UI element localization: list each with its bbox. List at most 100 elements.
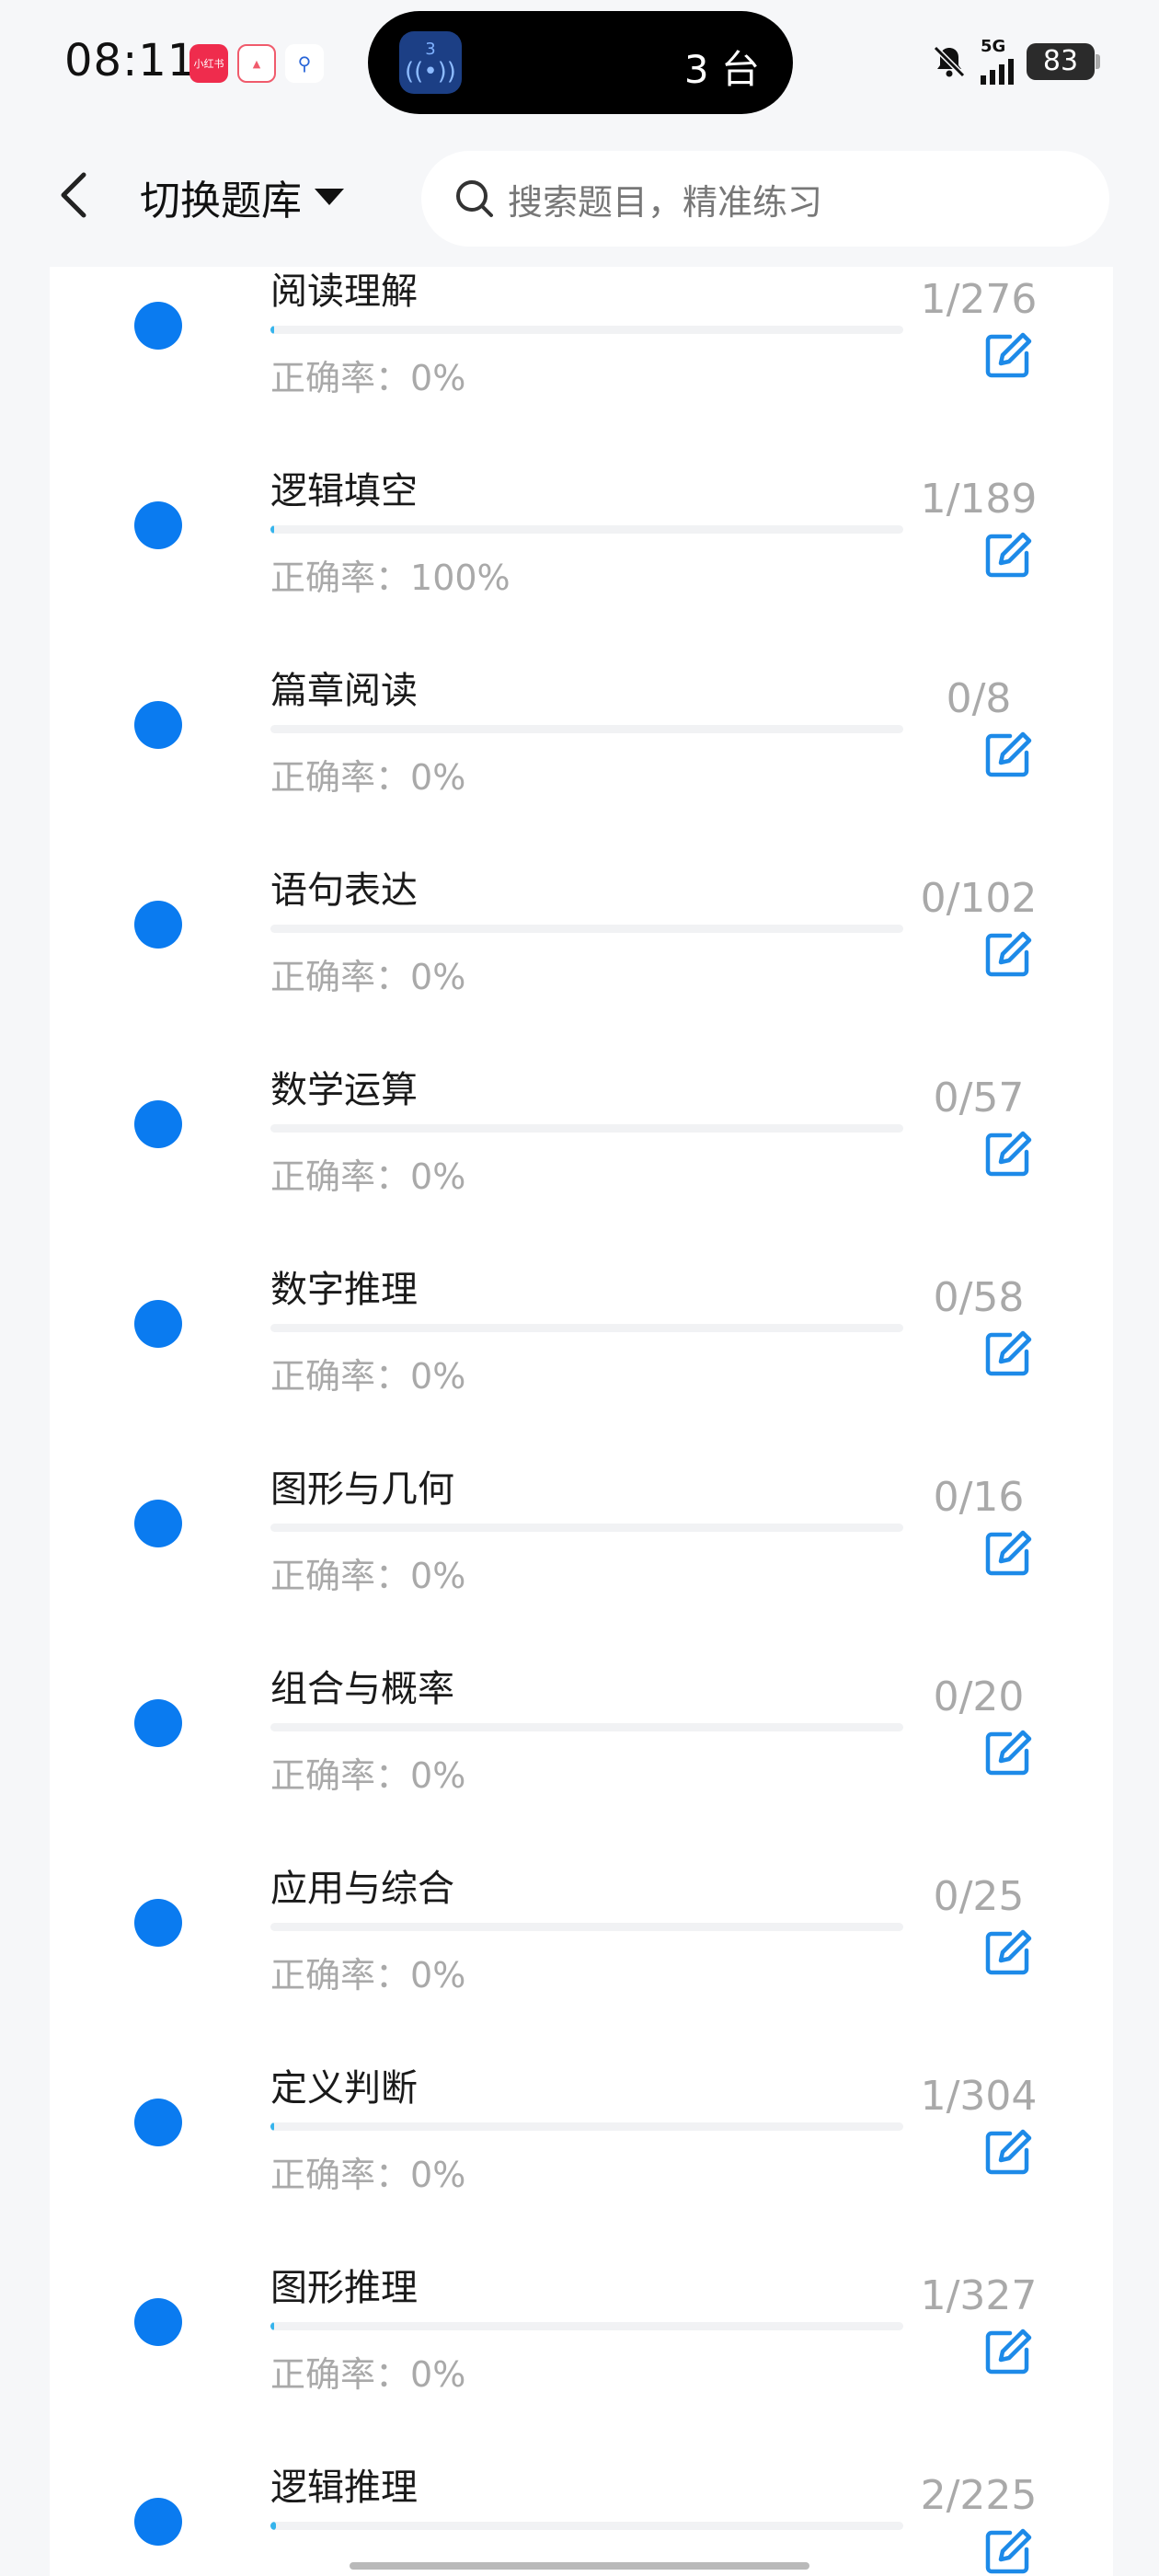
edit-practice-icon[interactable] [982, 1926, 1034, 1978]
switch-question-bank-dropdown[interactable]: 切换题库 [140, 167, 344, 226]
topic-title: 数字推理 [270, 1269, 418, 1311]
edit-practice-icon[interactable] [982, 2126, 1034, 2178]
progress-count: 1/189 [920, 476, 1038, 523]
device-count-label: 3 台 [683, 47, 760, 92]
topic-title: 应用与综合 [270, 1868, 454, 1910]
progress-count: 0/25 [933, 1873, 1025, 1920]
topic-title: 逻辑填空 [270, 470, 418, 512]
progress-bar [270, 2322, 903, 2330]
progress-count: 0/16 [933, 1474, 1025, 1521]
progress-fill [270, 525, 275, 534]
scroll-indicator [350, 2562, 809, 2570]
edit-practice-icon[interactable] [982, 928, 1034, 980]
bank-switch-label: 切换题库 [140, 178, 302, 224]
progress-count: 0/20 [933, 1673, 1025, 1720]
progress-bar [270, 1524, 903, 1532]
topic-title: 逻辑推理 [270, 2467, 418, 2509]
topic-title: 数学运算 [270, 1069, 418, 1111]
network-type-label: 5G [981, 37, 1006, 56]
signal-bars-icon [981, 55, 1014, 85]
cellular-signal: 5G [981, 39, 1014, 85]
topic-dot-icon [134, 2298, 182, 2346]
back-button[interactable] [48, 162, 99, 228]
topic-row[interactable]: 组合与概率 正确率：0% 0/20 [50, 1581, 1113, 1796]
xiaohongshu-app-icon: 小红书 [189, 44, 228, 83]
topic-dot-icon [134, 701, 182, 749]
topic-dot-icon [134, 2498, 182, 2546]
progress-count: 1/304 [920, 2073, 1038, 2120]
broadcast-icon: 3 ((•)) [399, 31, 462, 94]
topic-row[interactable]: 数学运算 正确率：0% 0/57 [50, 983, 1113, 1197]
topic-title: 阅读理解 [270, 270, 418, 313]
progress-bar [270, 1124, 903, 1133]
status-bar: 08:11 小红书 ▲ ⚲ 3 ((•)) 3 台 5G 83 [0, 0, 1159, 129]
edit-practice-icon[interactable] [982, 2326, 1034, 2377]
chat-app-icon: ⚲ [285, 44, 324, 83]
topic-dot-icon [134, 1899, 182, 1947]
progress-fill [270, 2522, 277, 2530]
topic-title: 定义判断 [270, 2067, 418, 2110]
topic-dot-icon [134, 1500, 182, 1547]
edit-practice-icon[interactable] [982, 529, 1034, 581]
topic-dot-icon [134, 1100, 182, 1148]
topic-dot-icon [134, 2099, 182, 2146]
progress-bar [270, 1723, 903, 1731]
progress-fill [270, 2322, 275, 2330]
bell-muted-icon [933, 45, 966, 78]
progress-count: 0/8 [946, 675, 1012, 722]
progress-count: 1/276 [920, 276, 1038, 323]
topic-row[interactable]: 篇章阅读 正确率：0% 0/8 [50, 583, 1113, 798]
progress-count: 0/57 [933, 1075, 1025, 1121]
progress-count: 1/327 [920, 2272, 1038, 2319]
broadcast-icon-count: 3 [425, 40, 436, 59]
topic-dot-icon [134, 1300, 182, 1348]
alert-app-icon: ▲ [237, 44, 276, 83]
progress-count: 2/225 [920, 2472, 1038, 2519]
progress-bar [270, 2522, 903, 2530]
topic-title: 组合与概率 [270, 1668, 454, 1710]
topic-title: 图形推理 [270, 2267, 418, 2309]
progress-bar [270, 1324, 903, 1332]
edit-practice-icon[interactable] [982, 1727, 1034, 1778]
notification-app-icons: 小红书 ▲ ⚲ [189, 44, 324, 83]
topic-dot-icon [134, 901, 182, 949]
topic-row[interactable]: 语句表达 正确率：0% 0/102 [50, 783, 1113, 997]
edit-practice-icon[interactable] [982, 1328, 1034, 1379]
caret-down-icon [315, 189, 344, 205]
topic-dot-icon [134, 302, 182, 350]
edit-practice-icon[interactable] [982, 1527, 1034, 1579]
topic-dot-icon [134, 1699, 182, 1747]
progress-bar [270, 1923, 903, 1931]
edit-practice-icon[interactable] [982, 1128, 1034, 1179]
edit-practice-icon[interactable] [982, 329, 1034, 381]
topic-row[interactable]: 定义判断 正确率：0% 1/304 [50, 1981, 1113, 2195]
edit-practice-icon[interactable] [982, 2525, 1034, 2576]
progress-bar [270, 525, 903, 534]
topic-row[interactable]: 图形与几何 正确率：0% 0/16 [50, 1382, 1113, 1596]
top-bar: 切换题库 搜索题目，精准练习 [0, 129, 1159, 267]
progress-count: 0/58 [933, 1274, 1025, 1321]
status-time: 08:11 [64, 35, 197, 86]
topic-row[interactable]: 逻辑填空 正确率：100% 1/189 [50, 384, 1113, 598]
topic-row[interactable]: 阅读理解 正确率：0% 1/276 [50, 267, 1113, 398]
topic-title: 语句表达 [270, 869, 418, 912]
topic-list: 阅读理解 正确率：0% 1/276 逻辑填空 正确率：100% 1/189 篇章… [50, 267, 1113, 2576]
system-indicators: 5G 83 [931, 39, 1100, 85]
topic-row[interactable]: 应用与综合 正确率：0% 0/25 [50, 1781, 1113, 1995]
progress-fill [270, 326, 275, 334]
topic-title: 篇章阅读 [270, 670, 418, 712]
search-input[interactable]: 搜索题目，精准练习 [421, 151, 1109, 247]
progress-fill [270, 2122, 275, 2131]
topic-row[interactable]: 图形推理 正确率：0% 1/327 [50, 2180, 1113, 2395]
topic-row[interactable]: 逻辑推理 正确率： 2/225 [50, 2380, 1113, 2576]
progress-bar [270, 326, 903, 334]
progress-count: 0/102 [920, 875, 1038, 922]
edit-practice-icon[interactable] [982, 729, 1034, 780]
topic-row[interactable]: 数字推理 正确率：0% 0/58 [50, 1182, 1113, 1397]
topic-title: 图形与几何 [270, 1468, 454, 1511]
search-icon [456, 180, 493, 217]
topic-dot-icon [134, 501, 182, 549]
progress-bar [270, 925, 903, 933]
chevron-left-icon [61, 172, 86, 218]
dynamic-island[interactable]: 3 ((•)) 3 台 [368, 11, 793, 114]
